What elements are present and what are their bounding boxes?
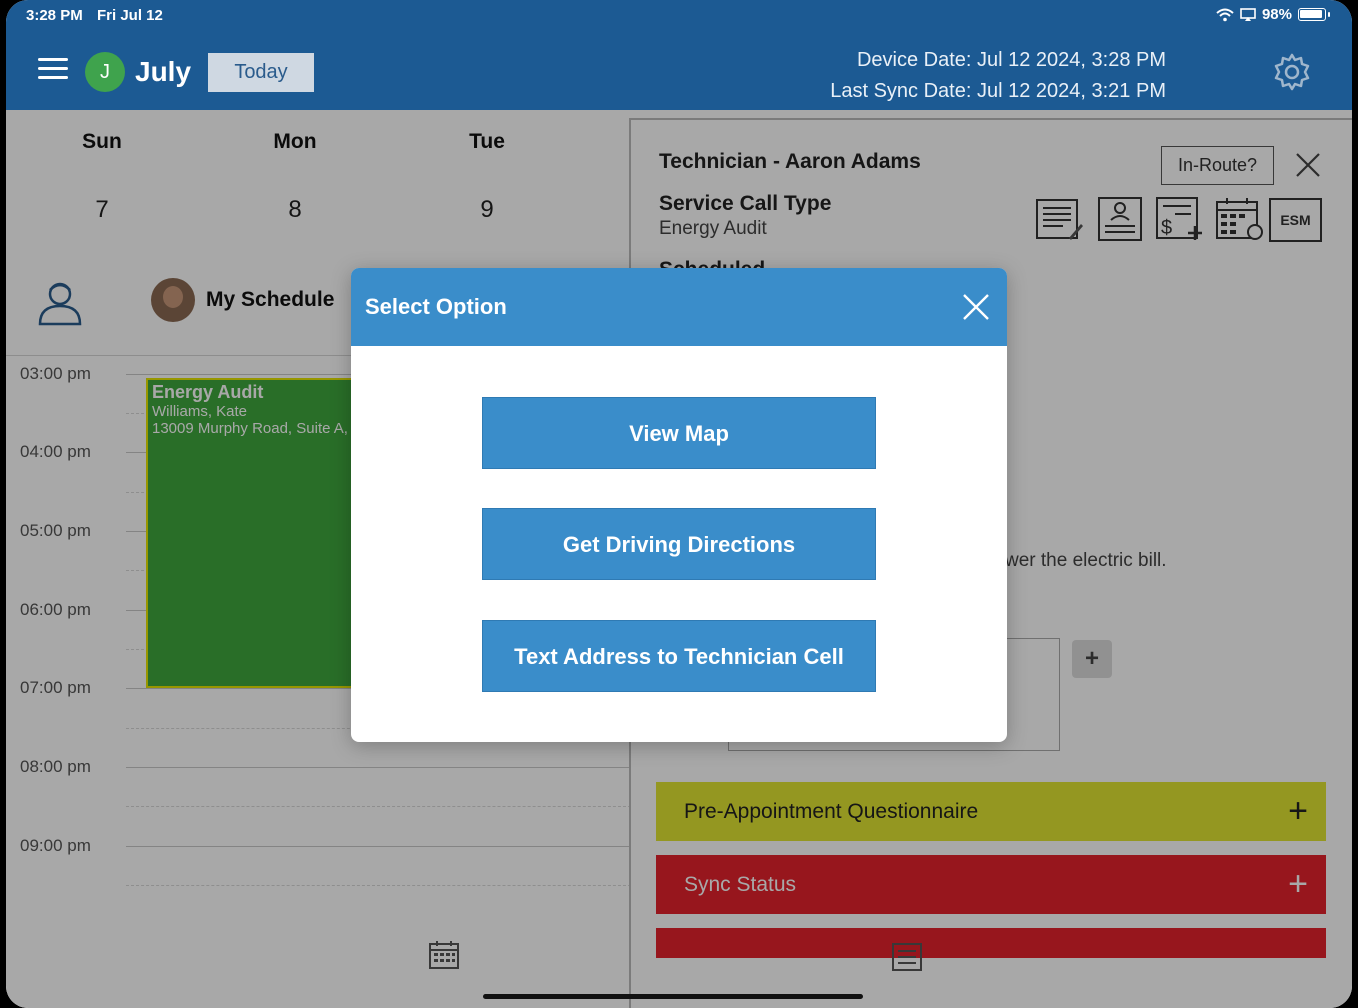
status-indicators: 98% — [1216, 6, 1330, 23]
status-date: Fri Jul 12 — [97, 7, 163, 24]
wifi-icon — [1216, 8, 1234, 21]
last-sync-date: Last Sync Date: Jul 12 2024, 3:21 PM — [830, 80, 1166, 102]
gear-icon[interactable] — [1272, 52, 1312, 92]
status-bar: 3:28 PM Fri Jul 12 98% — [6, 0, 1352, 30]
modal-title: Select Option — [365, 294, 507, 319]
select-option-modal: Select Option View Map Get Driving Direc… — [351, 268, 1007, 742]
app-header: J July Today Device Date: Jul 12 2024, 3… — [6, 30, 1352, 110]
menu-icon[interactable] — [38, 58, 68, 80]
today-button[interactable]: Today — [208, 53, 314, 92]
sync-info: Device Date: Jul 12 2024, 3:28 PM Last S… — [830, 45, 1166, 107]
close-icon[interactable] — [961, 292, 991, 322]
status-time: 3:28 PM — [26, 7, 83, 24]
battery-icon — [1298, 8, 1326, 21]
battery-percent: 98% — [1261, 6, 1292, 23]
get-driving-directions-button[interactable]: Get Driving Directions — [482, 508, 876, 580]
device-date: Device Date: Jul 12 2024, 3:28 PM — [856, 49, 1166, 71]
home-indicator[interactable] — [483, 994, 863, 999]
app-window: 3:28 PM Fri Jul 12 98% J July Today Devi… — [6, 0, 1352, 1008]
screen-mirror-icon — [1240, 7, 1256, 21]
modal-header: Select Option — [351, 268, 1007, 346]
user-avatar[interactable]: J — [85, 52, 125, 92]
view-map-button[interactable]: View Map — [482, 397, 876, 469]
month-title[interactable]: July — [135, 56, 191, 88]
text-address-button[interactable]: Text Address to Technician Cell — [482, 620, 876, 692]
